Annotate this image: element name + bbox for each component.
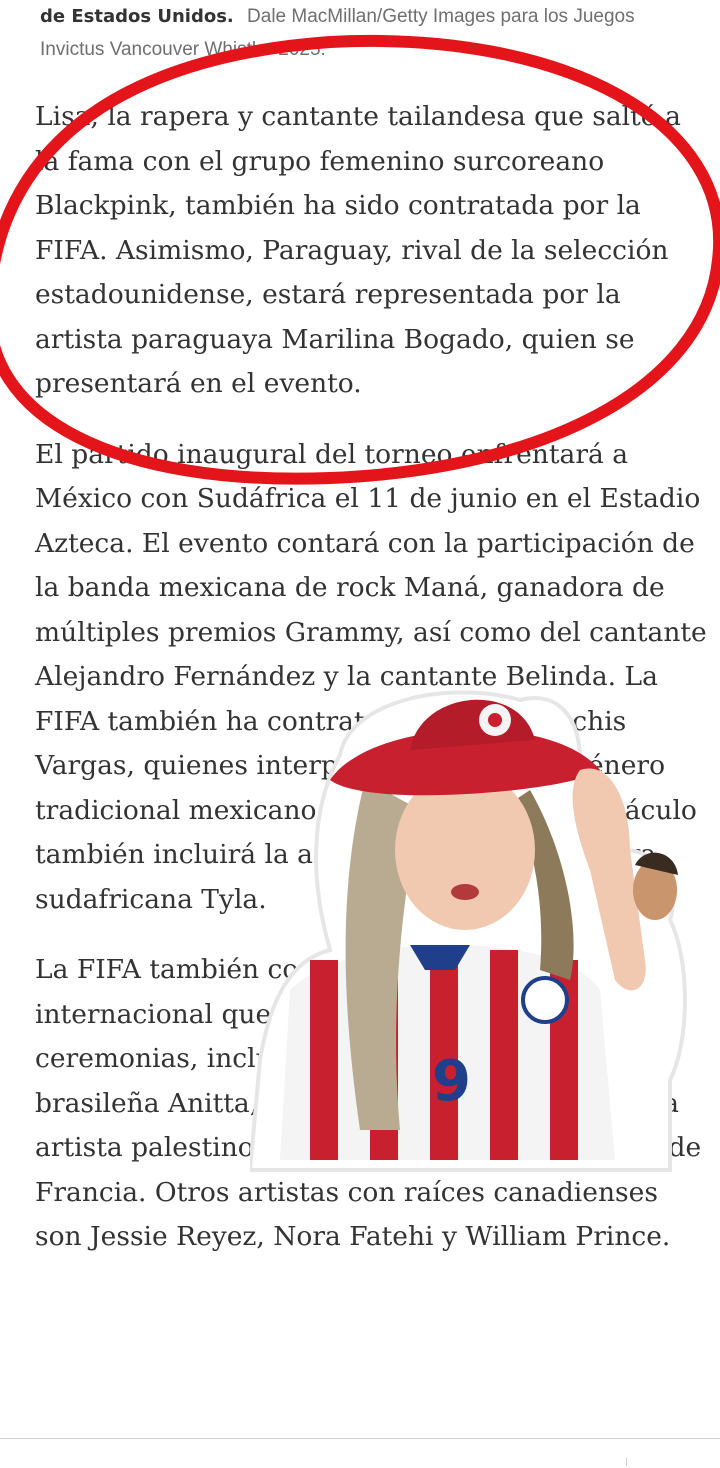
performer-sticker-image: 9 (250, 690, 687, 1172)
photo-caption: de Estados Unidos. Dale MacMillan/Getty … (40, 0, 700, 66)
caption-lead: de Estados Unidos. (40, 6, 234, 27)
article-paragraph-1: Lisa, la rapera y cantante tailandesa qu… (35, 101, 681, 399)
jersey-number: 9 (432, 1049, 471, 1114)
scroll-indicator (626, 1458, 627, 1466)
footer-divider (0, 1438, 720, 1439)
